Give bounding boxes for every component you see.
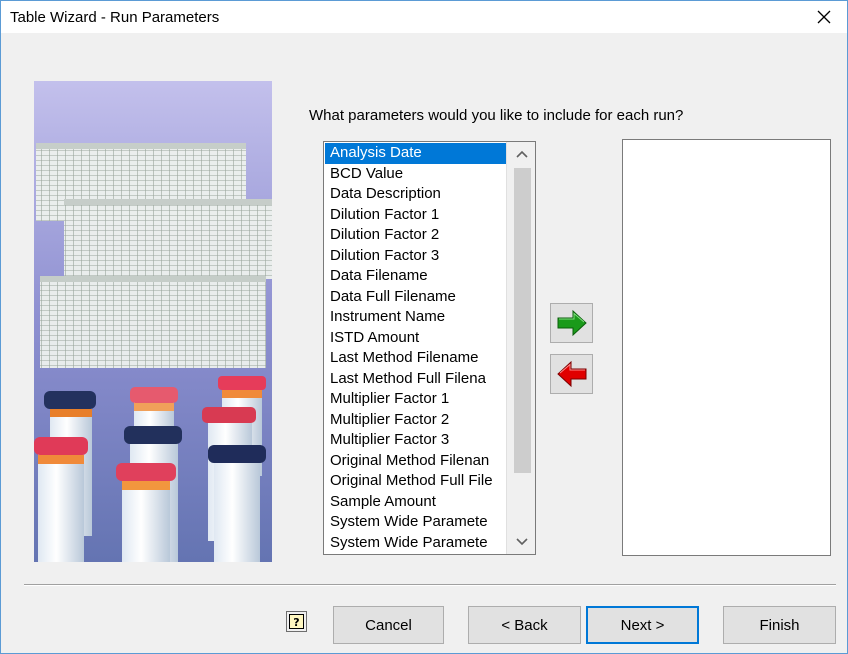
chevron-up-icon <box>515 150 528 158</box>
list-item[interactable]: Multiplier Factor 2 <box>325 410 506 431</box>
help-icon: ? <box>289 614 304 629</box>
svg-text:?: ? <box>293 616 299 629</box>
list-item[interactable]: System Wide Paramete <box>325 533 506 554</box>
list-item[interactable]: BCD Value <box>325 164 506 185</box>
list-item[interactable]: Original Method Filenan <box>325 451 506 472</box>
back-button[interactable]: < Back <box>468 606 581 644</box>
list-item[interactable]: Analysis Date <box>325 143 506 164</box>
wizard-side-image <box>34 81 272 562</box>
list-item[interactable]: Original Method Full File <box>325 471 506 492</box>
list-item[interactable]: Data Filename <box>325 266 506 287</box>
list-item[interactable]: Dilution Factor 1 <box>325 205 506 226</box>
list-item[interactable]: ISTD Amount <box>325 328 506 349</box>
scroll-up-button[interactable] <box>507 142 535 166</box>
next-button[interactable]: Next > <box>586 606 699 644</box>
list-item[interactable]: Multiplier Factor 3 <box>325 430 506 451</box>
help-button[interactable]: ? <box>286 611 307 632</box>
list-item[interactable]: Data Description <box>325 184 506 205</box>
list-item[interactable]: Dilution Factor 2 <box>325 225 506 246</box>
window-title: Table Wizard - Run Parameters <box>10 9 220 26</box>
green-right-arrow-icon <box>557 309 587 337</box>
list-item[interactable]: Sample Amount <box>325 492 506 513</box>
add-parameter-button[interactable] <box>550 303 593 343</box>
table-wizard-dialog: Table Wizard - Run Parameters What param… <box>0 0 848 654</box>
scroll-down-button[interactable] <box>507 530 535 554</box>
question-label: What parameters would you like to includ… <box>309 107 684 124</box>
list-item[interactable]: Last Method Full Filena <box>325 369 506 390</box>
list-item[interactable]: Multiplier Factor 1 <box>325 389 506 410</box>
available-parameters-items: Analysis Date BCD Value Data Description Di… <box>325 143 506 553</box>
divider <box>24 584 836 586</box>
cancel-button[interactable]: Cancel <box>333 606 444 644</box>
list-item[interactable]: Dilution Factor 3 <box>325 246 506 267</box>
close-button[interactable] <box>801 1 847 33</box>
list-item[interactable]: System Wide Paramete <box>325 512 506 533</box>
chevron-down-icon <box>515 538 528 546</box>
list-item[interactable]: Data Full Filename <box>325 287 506 308</box>
scroll-thumb[interactable] <box>514 168 531 473</box>
vertical-scrollbar[interactable] <box>506 142 535 554</box>
finish-button[interactable]: Finish <box>723 606 836 644</box>
list-item[interactable]: Last Method Filename <box>325 348 506 369</box>
spreadsheet-vials-illustration <box>34 81 272 562</box>
available-parameters-list[interactable]: Analysis Date BCD Value Data Description Di… <box>323 141 536 555</box>
remove-parameter-button[interactable] <box>550 354 593 394</box>
title-bar: Table Wizard - Run Parameters <box>1 1 847 33</box>
selected-parameters-list[interactable] <box>622 139 831 556</box>
list-item[interactable]: Instrument Name <box>325 307 506 328</box>
red-left-arrow-icon <box>556 360 586 388</box>
close-icon <box>817 10 831 24</box>
